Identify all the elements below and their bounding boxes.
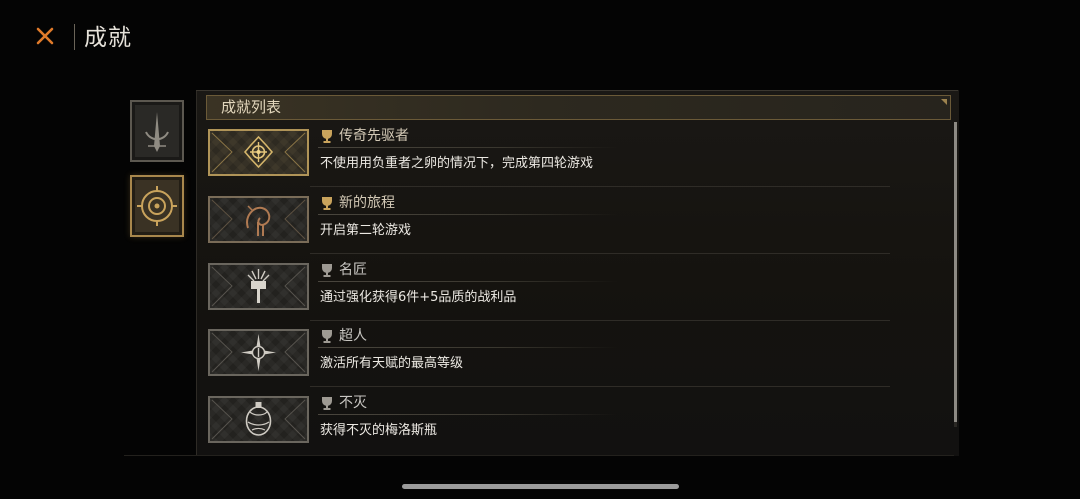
- trophy-icon: [322, 264, 332, 277]
- list-title: 成就列表: [221, 98, 282, 116]
- row-divider: [310, 386, 890, 387]
- achievement-description: 获得不灭的梅洛斯瓶: [320, 423, 438, 438]
- scrollbar-thumb[interactable]: [954, 122, 957, 422]
- header-divider: [74, 24, 75, 50]
- trophy-icon: [322, 330, 332, 343]
- trophy-icon: [322, 197, 332, 210]
- achievement-row[interactable]: 不灭 获得不灭的梅洛斯瓶: [206, 395, 951, 456]
- achievement-row[interactable]: 名匠 通过强化获得6件+5品质的战利品: [206, 262, 951, 323]
- page-title: 成就: [84, 25, 132, 51]
- row-divider: [310, 253, 890, 254]
- name-underline: [318, 214, 618, 215]
- name-underline: [318, 281, 618, 282]
- achievement-description: 开启第二轮游戏: [320, 223, 412, 238]
- hammer-sigil-icon: [211, 266, 306, 307]
- serpent-rune-icon: [211, 199, 306, 240]
- gold-emblem-icon: [211, 132, 306, 173]
- achievement-name: 名匠: [339, 262, 367, 278]
- home-indicator[interactable]: [402, 484, 679, 489]
- achievement-description: 不使用用负重者之卵的情况下，完成第四轮游戏: [320, 156, 594, 171]
- category-tab-2[interactable]: [130, 175, 184, 237]
- trophy-icon: [322, 397, 332, 410]
- achievement-name: 超人: [339, 328, 367, 344]
- row-divider: [310, 186, 890, 187]
- trophy-icon: [322, 130, 332, 143]
- achievement-name: 新的旅程: [339, 195, 395, 211]
- name-underline: [318, 414, 618, 415]
- achievement-row[interactable]: 超人 激活所有天赋的最高等级: [206, 328, 951, 389]
- rune-circle-icon: [137, 186, 177, 226]
- achievement-icon-frame: [208, 129, 309, 176]
- achievement-description: 通过强化获得6件+5品质的战利品: [320, 290, 517, 305]
- achievement-name: 不灭: [339, 395, 367, 411]
- achievement-row[interactable]: 传奇先驱者 不使用用负重者之卵的情况下，完成第四轮游戏: [206, 128, 951, 189]
- name-underline: [318, 347, 618, 348]
- close-icon: [36, 27, 54, 45]
- row-divider: [310, 320, 890, 321]
- close-button[interactable]: [30, 22, 60, 50]
- achievement-description: 激活所有天赋的最高等级: [320, 356, 464, 371]
- achievement-icon-frame: [208, 396, 309, 443]
- list-header: 成就列表: [206, 95, 951, 120]
- panel-top-border: [196, 90, 958, 91]
- category-tab-1[interactable]: [130, 100, 184, 162]
- achievement-row[interactable]: 新的旅程 开启第二轮游戏: [206, 195, 951, 256]
- panel-bottom-border: [124, 455, 954, 456]
- achievement-icon-frame: [208, 196, 309, 243]
- achievement-name: 传奇先驱者: [339, 128, 409, 144]
- flask-sigil-icon: [211, 399, 306, 440]
- achievement-icon-frame: [208, 263, 309, 310]
- achievements-screen: 成就 成就列表 传奇先驱者 不使用用负重者之卵的情况下，完成第四轮游戏 新的旅程…: [0, 0, 1080, 499]
- star-sigil-icon: [211, 332, 306, 373]
- name-underline: [318, 147, 618, 148]
- achievement-icon-frame: [208, 329, 309, 376]
- crescent-spire-icon: [145, 112, 169, 152]
